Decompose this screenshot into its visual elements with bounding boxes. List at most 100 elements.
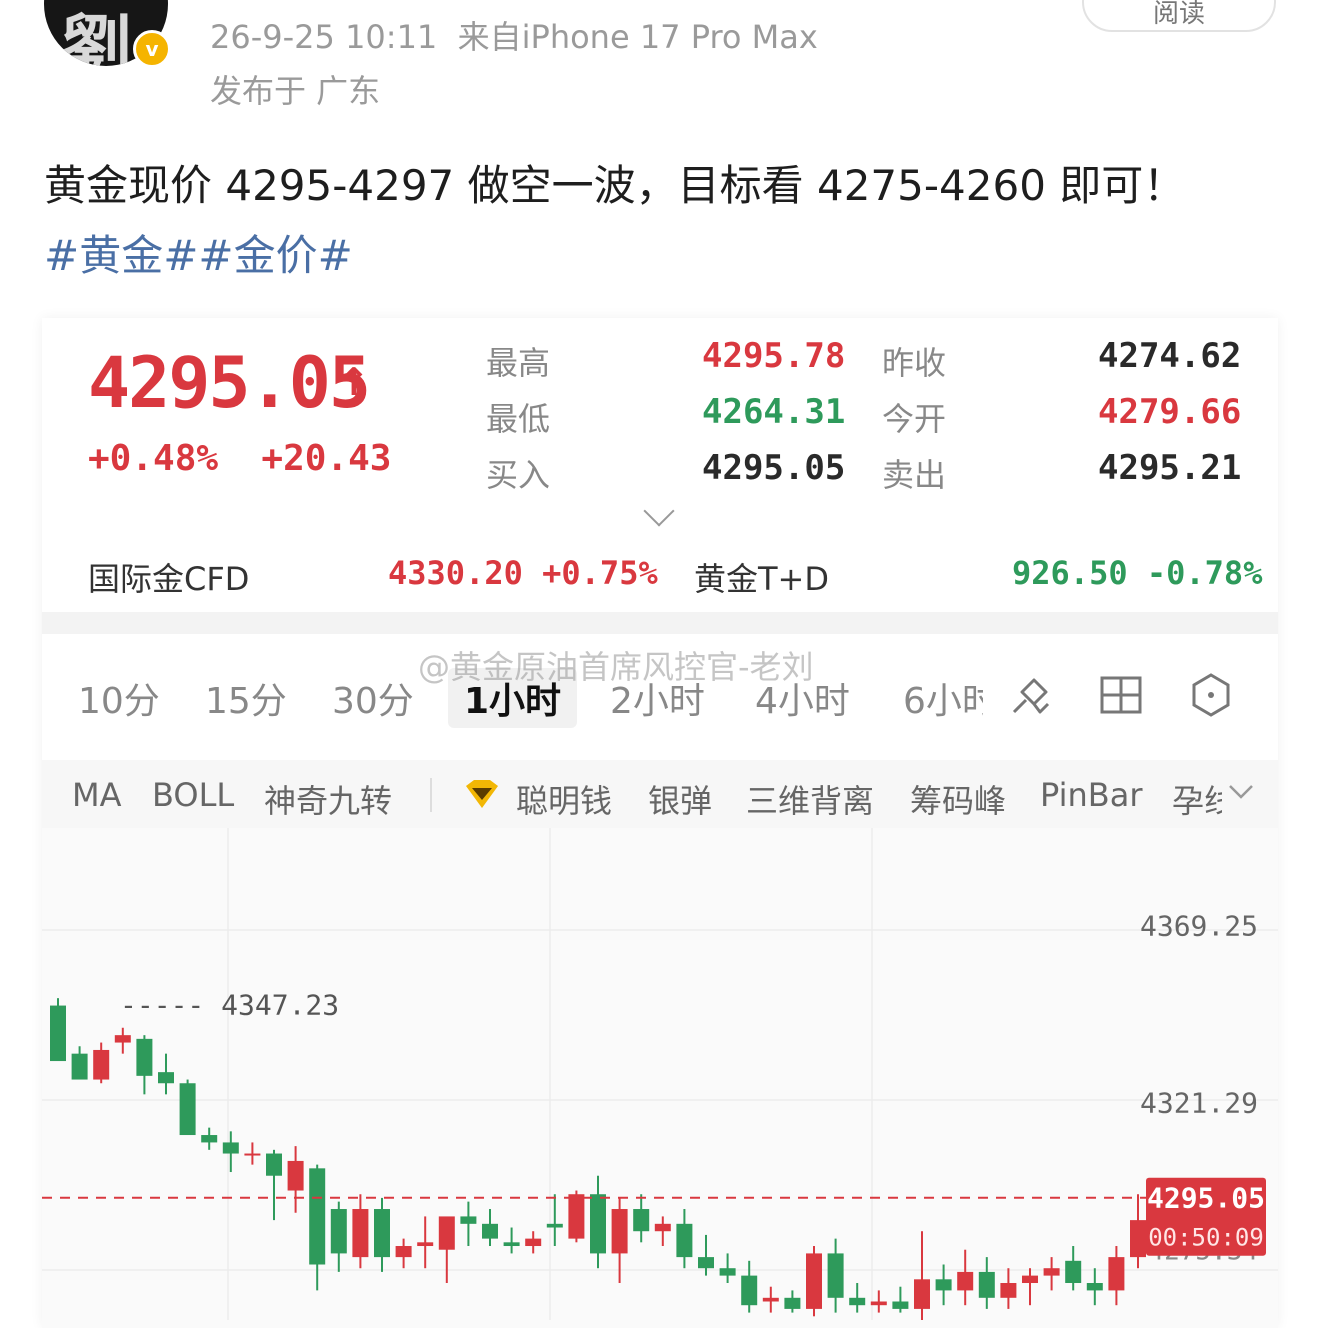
tab-30min[interactable]: 30分 bbox=[332, 672, 414, 724]
candle-body bbox=[698, 1257, 714, 1269]
candle bbox=[914, 1231, 930, 1320]
change-absolute: +20.43 bbox=[261, 438, 392, 479]
verified-badge-icon: v bbox=[133, 30, 171, 68]
candle bbox=[330, 1201, 347, 1272]
candle bbox=[806, 1246, 822, 1317]
candle-body bbox=[1065, 1260, 1082, 1284]
candle bbox=[633, 1194, 650, 1243]
candle-body bbox=[611, 1209, 628, 1254]
prev-close-value: 4274.62 bbox=[1098, 336, 1242, 376]
indicator-silver-bullet[interactable]: 银弹 bbox=[648, 776, 712, 822]
candle-body bbox=[568, 1194, 585, 1239]
candle bbox=[1022, 1268, 1038, 1306]
candle-body bbox=[1108, 1257, 1125, 1291]
indicator-boll[interactable]: BOLL bbox=[152, 776, 234, 814]
related-value-cfd: 4330.20 +0.75% bbox=[388, 554, 658, 592]
candle bbox=[870, 1290, 887, 1313]
draw-line-icon[interactable] bbox=[1008, 672, 1054, 718]
candle bbox=[374, 1197, 390, 1272]
candlestick-chart[interactable]: 4369.254321.29----- 4347.234275.344295.0… bbox=[42, 828, 1278, 1320]
candle-body bbox=[114, 1035, 131, 1043]
section-divider bbox=[42, 612, 1278, 634]
candle-body bbox=[352, 1209, 369, 1258]
td-value: 926.50 bbox=[1012, 554, 1128, 592]
candle-body bbox=[395, 1246, 412, 1258]
post-text: 黄金现价 4295-4297 做空一波，目标看 4275-4260 即可！ bbox=[44, 161, 1186, 210]
change-percent: +0.48% bbox=[88, 438, 219, 479]
watermark: @黄金原油首席风控官-老刘 bbox=[418, 648, 814, 686]
tab-10min[interactable]: 10分 bbox=[78, 672, 160, 724]
candle-body bbox=[266, 1153, 282, 1176]
related-name-cfd[interactable]: 国际金CFD bbox=[88, 554, 249, 600]
candle bbox=[741, 1260, 758, 1313]
candle bbox=[546, 1194, 563, 1247]
candle bbox=[114, 1027, 131, 1054]
candle bbox=[93, 1042, 110, 1084]
candle-body bbox=[978, 1271, 995, 1298]
indicator-pinbar[interactable]: PinBar bbox=[1040, 776, 1142, 814]
candle bbox=[179, 1079, 196, 1136]
indicator-ma[interactable]: MA bbox=[72, 776, 122, 814]
high-value: 4295.78 bbox=[702, 336, 846, 376]
candle-body bbox=[741, 1275, 758, 1306]
candle bbox=[1108, 1246, 1125, 1306]
candle-body bbox=[222, 1142, 239, 1154]
candle-body bbox=[330, 1209, 347, 1254]
candle bbox=[201, 1127, 218, 1150]
settings-hexagon-icon[interactable] bbox=[1188, 672, 1234, 718]
read-button[interactable]: 阅读 bbox=[1082, 0, 1276, 32]
candle-body bbox=[654, 1223, 671, 1232]
candle bbox=[849, 1283, 866, 1313]
candle bbox=[395, 1238, 412, 1269]
candle-body bbox=[590, 1194, 606, 1254]
post-hashtags[interactable]: #黄金##金价# bbox=[44, 222, 353, 283]
grid-layout-icon[interactable] bbox=[1098, 672, 1144, 718]
candle-body bbox=[309, 1168, 326, 1265]
candle bbox=[50, 998, 66, 1062]
indicator-chip-peak[interactable]: 筹码峰 bbox=[910, 776, 1006, 822]
low-label: 最低 bbox=[486, 400, 551, 438]
chevron-down-icon[interactable] bbox=[1226, 782, 1256, 802]
candle bbox=[417, 1216, 434, 1269]
candle-body bbox=[525, 1238, 542, 1247]
candle-body bbox=[892, 1301, 909, 1309]
candle-body bbox=[417, 1242, 434, 1247]
indicator-td9[interactable]: 神奇九转 bbox=[264, 776, 392, 822]
candle bbox=[438, 1216, 455, 1284]
high-marker-label: ----- 4347.23 bbox=[120, 989, 339, 1022]
ask-label: 卖出 bbox=[882, 456, 947, 494]
current-price: 4295.05 bbox=[88, 342, 371, 424]
candle bbox=[719, 1253, 736, 1284]
candle bbox=[957, 1249, 974, 1306]
candle-body bbox=[1000, 1283, 1017, 1298]
candle bbox=[482, 1209, 498, 1247]
cfd-change: +0.75% bbox=[542, 554, 658, 592]
candle bbox=[676, 1209, 693, 1269]
y-tick-label: 4369.25 bbox=[1140, 909, 1258, 942]
related-name-td[interactable]: 黄金T+D bbox=[694, 554, 829, 600]
candle bbox=[244, 1142, 261, 1165]
post-source: 来自iPhone 17 Pro Max bbox=[457, 18, 818, 56]
candle-body bbox=[179, 1083, 196, 1136]
tab-6hour[interactable]: 6小时 bbox=[903, 672, 983, 724]
low-value: 4264.31 bbox=[702, 392, 846, 432]
candle bbox=[287, 1146, 304, 1213]
candle-body bbox=[482, 1223, 498, 1239]
indicator-smart-money[interactable]: 聪明钱 bbox=[516, 776, 612, 822]
candle bbox=[460, 1201, 477, 1247]
post-timestamp: 26-9-25 10:11 bbox=[210, 18, 438, 56]
candle-body bbox=[849, 1297, 866, 1306]
candle-body bbox=[762, 1297, 779, 1302]
indicator-separator bbox=[430, 778, 432, 812]
indicator-divergence[interactable]: 三维背离 bbox=[746, 776, 874, 822]
candle-body bbox=[1043, 1268, 1060, 1276]
indicator-inside-bar[interactable]: 孕线 bbox=[1172, 776, 1222, 822]
tab-15min[interactable]: 15分 bbox=[205, 672, 287, 724]
candle bbox=[1065, 1246, 1082, 1291]
candle bbox=[309, 1164, 326, 1291]
prev-close-label: 昨收 bbox=[882, 344, 947, 382]
candle bbox=[827, 1238, 844, 1313]
candle-body bbox=[1022, 1275, 1038, 1284]
current-price-tag: 4295.05 bbox=[1147, 1182, 1265, 1215]
ask-value: 4295.21 bbox=[1098, 448, 1242, 488]
